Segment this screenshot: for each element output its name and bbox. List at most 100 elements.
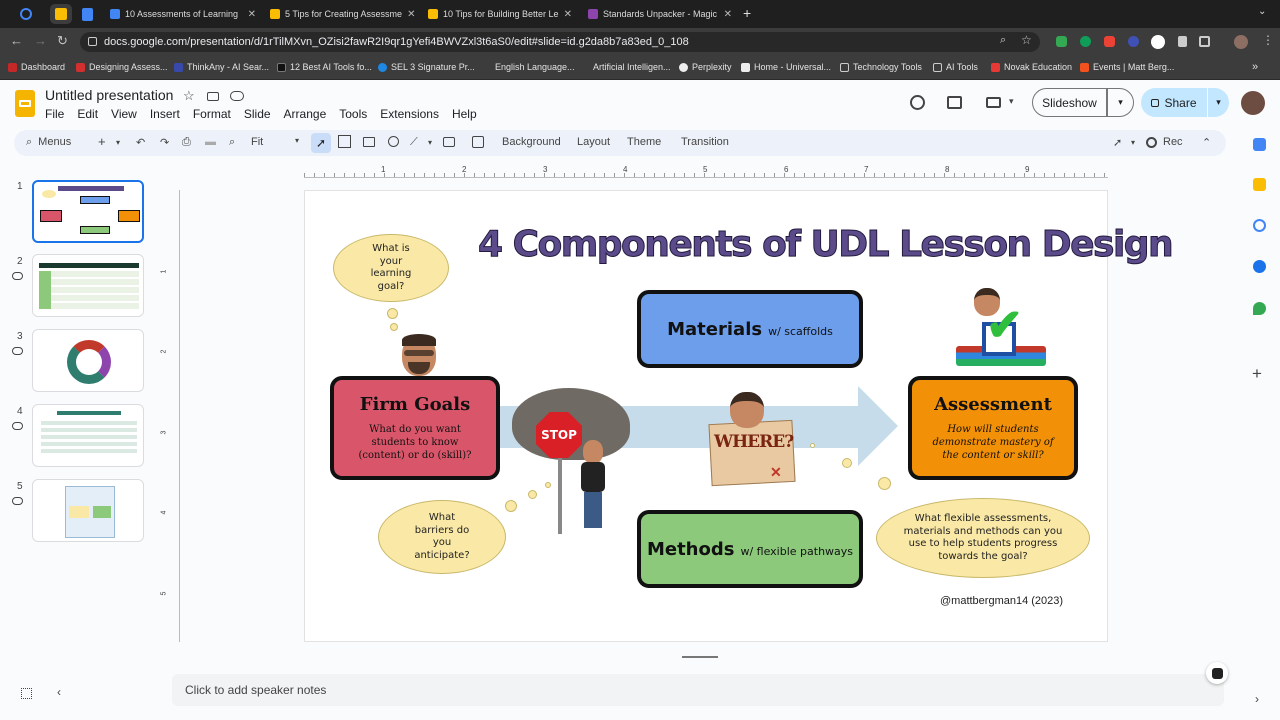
video-icon[interactable] [443, 137, 455, 147]
firm-goals-box[interactable]: Firm Goals What do you want students to … [330, 376, 500, 480]
rec-button[interactable]: Rec [1146, 136, 1183, 148]
profile-avatar[interactable] [1234, 35, 1248, 49]
reload-icon[interactable]: ↻ [57, 33, 68, 49]
slide-thumbnail-4[interactable] [32, 404, 144, 467]
extension-icon[interactable] [1104, 36, 1115, 47]
image-icon[interactable] [363, 137, 375, 147]
extension-icon[interactable] [1151, 35, 1165, 49]
zoom-icon[interactable]: ⌕ [229, 136, 235, 149]
pointer-icon[interactable]: ➚ [1113, 136, 1122, 149]
tasks-icon[interactable] [1253, 219, 1266, 232]
maps-icon[interactable] [1253, 302, 1266, 315]
select-tool-icon[interactable]: ➚ [311, 133, 331, 153]
bookmark-item[interactable]: Events | Matt Berg... [1080, 62, 1174, 72]
extensions-puzzle-icon[interactable] [1199, 36, 1210, 47]
comments-icon[interactable] [947, 96, 962, 109]
comment-add-icon[interactable] [472, 136, 484, 148]
slide-thumbnail-3[interactable] [32, 329, 144, 392]
barriers-cloud[interactable]: What barriers do you anticipate? [378, 500, 506, 574]
browser-tab[interactable]: 5 Tips for Creating Assessme ✕ [264, 2, 419, 26]
bookmark-item[interactable]: Perplexity [679, 62, 732, 72]
menu-slide[interactable]: Slide [244, 107, 271, 121]
bookmark-item[interactable]: 12 Best AI Tools fo... [277, 62, 372, 72]
new-slide-dropdown-icon[interactable]: ▾ [116, 138, 120, 147]
close-tab-icon[interactable]: ✕ [724, 9, 732, 20]
close-tab-icon[interactable]: ✕ [407, 9, 415, 20]
line-icon[interactable]: ⟋ [410, 136, 418, 149]
expand-side-panel-icon[interactable]: › [1255, 692, 1259, 706]
browser-menu-kebab-icon[interactable]: ⋮ [1262, 33, 1274, 47]
speaker-notes[interactable]: Click to add speaker notes [172, 674, 1224, 706]
browser-menu-icon[interactable] [20, 8, 32, 20]
flexible-options-cloud[interactable]: What flexible assessments, materials and… [876, 498, 1090, 578]
meet-icon[interactable] [986, 97, 1001, 108]
methods-box[interactable]: Methods w/ flexible pathways [637, 510, 863, 588]
new-tab-icon[interactable]: + [743, 5, 751, 21]
close-tab-icon[interactable]: ✕ [248, 9, 256, 20]
back-icon[interactable]: ← [10, 33, 23, 48]
cloud-status-icon[interactable] [230, 91, 244, 101]
move-folder-icon[interactable] [207, 92, 219, 101]
notes-resize-handle[interactable] [682, 656, 718, 658]
extension-icon[interactable] [1056, 36, 1067, 47]
text-box-icon[interactable] [338, 135, 351, 148]
collapse-filmstrip-icon[interactable]: ‹ [57, 685, 61, 699]
browser-tab[interactable]: Standards Unpacker - Magic ✕ [582, 2, 738, 26]
menu-insert[interactable]: Insert [150, 107, 180, 121]
add-addon-icon[interactable]: + [1252, 364, 1262, 384]
bookmark-item[interactable]: SEL 3 Signature Pr... [378, 62, 475, 72]
extension-icon[interactable] [1178, 36, 1187, 47]
slides-pinned-tab[interactable] [50, 4, 72, 24]
assessment-box[interactable]: Assessment How will students demonstrate… [908, 376, 1078, 480]
bookmark-star-icon[interactable]: ☆ [1021, 33, 1032, 47]
collapse-toolbar-icon[interactable]: ⌃ [1202, 136, 1211, 149]
extension-icon[interactable] [1128, 36, 1139, 47]
menu-tools[interactable]: Tools [339, 107, 367, 121]
redo-icon[interactable]: ↷ [160, 136, 169, 149]
account-avatar[interactable] [1241, 91, 1265, 115]
version-history-icon[interactable] [910, 95, 925, 110]
materials-box[interactable]: Materials w/ scaffolds [637, 290, 863, 368]
tab-search-icon[interactable]: ⌄ [1258, 6, 1266, 17]
slides-logo-icon[interactable] [15, 90, 35, 117]
bookmark-item[interactable]: Dashboard [8, 62, 65, 72]
new-slide-icon[interactable]: + [98, 134, 106, 149]
calendar-icon[interactable] [1253, 138, 1266, 151]
paint-format-icon[interactable]: ▬ [205, 136, 216, 148]
keep-icon[interactable] [1253, 178, 1266, 191]
learning-goal-cloud[interactable]: What is your learning goal? [333, 234, 449, 302]
forward-icon[interactable]: → [34, 33, 47, 48]
pointer-dropdown-icon[interactable]: ▾ [1131, 138, 1135, 147]
bookmark-item[interactable]: Home - Universal... [741, 62, 831, 72]
bookmark-item[interactable]: Designing Assess... [76, 62, 168, 72]
more-bookmarks-icon[interactable]: » [1252, 61, 1258, 73]
slideshow-button[interactable]: Slideshow [1032, 88, 1107, 117]
menu-view[interactable]: View [111, 107, 137, 121]
browser-tab[interactable]: 10 Assessments of Learning ✕ [104, 2, 262, 26]
zoom-icon[interactable]: ⌕ [1000, 34, 1006, 47]
bookmark-folder[interactable]: Technology Tools [840, 62, 922, 72]
theme-button[interactable]: Theme [627, 136, 661, 148]
meet-dropdown-icon[interactable]: ▾ [1009, 96, 1014, 107]
address-bar[interactable]: docs.google.com/presentation/d/1rTilMXvn… [80, 32, 1040, 52]
undo-icon[interactable]: ↶ [136, 136, 145, 149]
bookmark-item[interactable]: Novak Education [991, 62, 1072, 72]
contacts-icon[interactable] [1253, 260, 1266, 273]
menu-file[interactable]: File [45, 107, 64, 121]
zoom-select[interactable]: Fit ▾ [251, 136, 299, 148]
menu-extensions[interactable]: Extensions [380, 107, 439, 121]
slide-thumbnail-1[interactable] [32, 180, 144, 243]
bookmark-folder[interactable]: AI Tools [933, 62, 978, 72]
presentation-title[interactable]: Untitled presentation [45, 87, 173, 103]
bookmark-item[interactable]: Artificial Intelligen... [593, 62, 671, 72]
bookmark-item[interactable]: ThinkAny - AI Sear... [174, 62, 269, 72]
print-icon[interactable]: ⎙ [182, 136, 191, 149]
star-icon[interactable]: ☆ [183, 88, 195, 104]
background-button[interactable]: Background [502, 136, 561, 148]
slide-thumbnail-2[interactable] [32, 254, 144, 317]
extension-icon[interactable] [1080, 36, 1091, 47]
site-info-icon[interactable] [88, 37, 97, 46]
slide-thumbnail-5[interactable] [32, 479, 144, 542]
close-tab-icon[interactable]: ✕ [564, 9, 572, 20]
slide-title[interactable]: 4 Components of UDL Lesson Design [478, 224, 1175, 266]
